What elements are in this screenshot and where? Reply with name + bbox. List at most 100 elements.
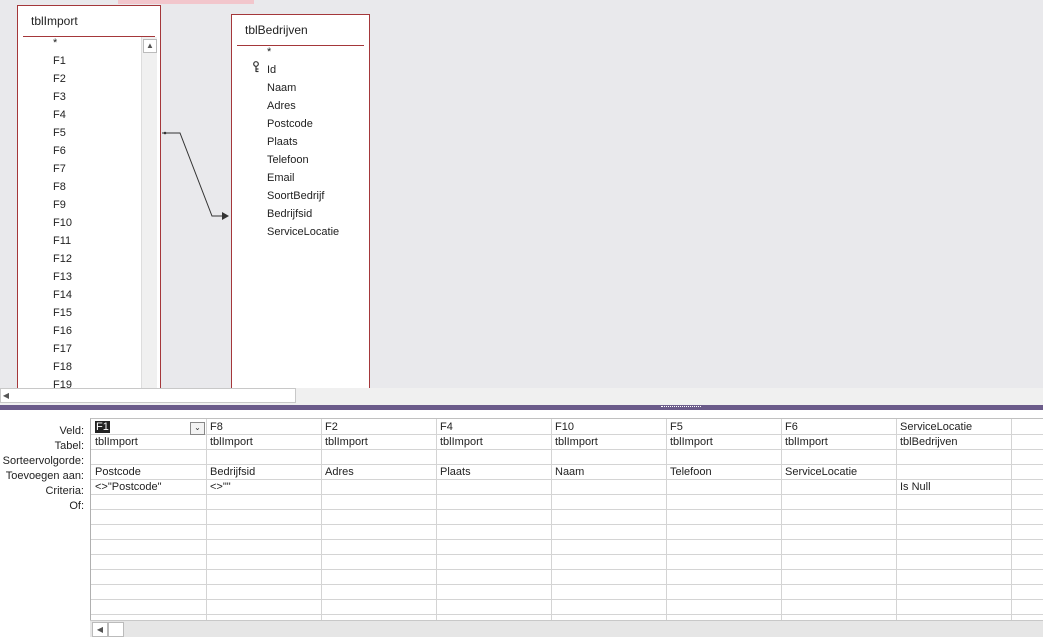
table-design-pane[interactable]: tblImport * F1 F2 F3 F4 F5 F6 F7 F8 F9 F10 F11 F12 F1…: [0, 0, 1043, 388]
grid-cell-of[interactable]: [91, 495, 205, 510]
field-label: Id: [267, 64, 277, 76]
field-f6[interactable]: F6: [53, 142, 66, 160]
grid-cell-criteria[interactable]: [666, 480, 780, 495]
grid-cell-criteria[interactable]: [436, 480, 550, 495]
grid-cell-veld[interactable]: F10: [551, 420, 665, 435]
grid-cell-of[interactable]: [896, 495, 1010, 510]
field-servicelocatie[interactable]: ServiceLocatie: [267, 223, 339, 241]
field-list[interactable]: * Id Naam Adres Postcode Plaats Telefoon Email S…: [232, 46, 369, 388]
field-soortbedrijf[interactable]: SoortBedrijf: [267, 187, 324, 205]
query-grid-pane: Veld: Tabel: Sorteervolgorde: Toevoegen aan…: [0, 410, 1043, 642]
grid-cell-tabel[interactable]: tblImport: [551, 435, 665, 450]
field-f19[interactable]: F19: [53, 376, 72, 388]
chevron-down-icon[interactable]: ⌄: [190, 422, 205, 435]
vertical-scrollbar[interactable]: ▲: [141, 37, 157, 388]
design-horizontal-scrollbar[interactable]: ◀: [0, 388, 296, 403]
scroll-thumb[interactable]: [108, 622, 124, 637]
grid-cell-sort[interactable]: [896, 450, 1010, 465]
field-adres[interactable]: Adres: [267, 97, 296, 115]
grid-cell-toevoegen[interactable]: Postcode: [91, 465, 205, 480]
field-label: F13: [53, 271, 72, 283]
grid-cell-sort[interactable]: [781, 450, 895, 465]
field-f10[interactable]: F10: [53, 214, 72, 232]
grid-cell-toevoegen[interactable]: Plaats: [436, 465, 550, 480]
field-f2[interactable]: F2: [53, 70, 66, 88]
grid-cell-toevoegen[interactable]: [896, 465, 1010, 480]
field-f3[interactable]: F3: [53, 88, 66, 106]
field-plaats[interactable]: Plaats: [267, 133, 298, 151]
grid-cell-toevoegen[interactable]: Bedrijfsid: [206, 465, 320, 480]
scroll-left-icon[interactable]: ◀: [1, 390, 11, 402]
field-email[interactable]: Email: [267, 169, 295, 187]
grid-cell-toevoegen[interactable]: Adres: [321, 465, 435, 480]
grid-cell-tabel[interactable]: tblBedrijven: [896, 435, 1010, 450]
grid-cell-tabel[interactable]: tblImport: [206, 435, 320, 450]
grid-cell-tabel[interactable]: tblImport: [781, 435, 895, 450]
grid-cell-of[interactable]: [666, 495, 780, 510]
grid-cell-toevoegen[interactable]: ServiceLocatie: [781, 465, 895, 480]
grid-cell-sort[interactable]: [551, 450, 665, 465]
table-title[interactable]: tblImport: [23, 6, 155, 37]
table-box-tblimport[interactable]: tblImport * F1 F2 F3 F4 F5 F6 F7 F8 F9 F10 F11 F12 F1…: [17, 5, 161, 388]
field-f12[interactable]: F12: [53, 250, 72, 268]
grid-cell-tabel[interactable]: tblImport: [321, 435, 435, 450]
field-f5[interactable]: F5: [53, 124, 66, 142]
field-f13[interactable]: F13: [53, 268, 72, 286]
grid-cell-tabel[interactable]: tblImport: [91, 435, 205, 450]
table-box-tblbedrijven[interactable]: tblBedrijven * Id Naam Adres Postcode Plaats T…: [231, 14, 370, 388]
field-bedrijfsid[interactable]: Bedrijfsid: [267, 205, 312, 223]
grid-cell-of[interactable]: [781, 495, 895, 510]
field-label: Adres: [267, 100, 296, 112]
grid-cell-toevoegen[interactable]: Naam: [551, 465, 665, 480]
field-f17[interactable]: F17: [53, 340, 72, 358]
field-f15[interactable]: F15: [53, 304, 72, 322]
grid-cell-sort[interactable]: [321, 450, 435, 465]
field-f16[interactable]: F16: [53, 322, 72, 340]
table-title[interactable]: tblBedrijven: [237, 15, 364, 46]
grid-cell-criteria[interactable]: Is Null: [896, 480, 1010, 495]
grid-cell-tabel[interactable]: tblImport: [436, 435, 550, 450]
query-grid[interactable]: F1 ⌄ tblImport Postcode <>"Postcode" F8 tblImp…: [90, 418, 1043, 631]
field-f7[interactable]: F7: [53, 160, 66, 178]
grid-cell-criteria[interactable]: <>"Postcode": [91, 480, 205, 495]
grid-cell-veld[interactable]: F8: [206, 420, 320, 435]
grid-cell-tabel[interactable]: tblImport: [666, 435, 780, 450]
grid-cell-criteria[interactable]: [551, 480, 665, 495]
grid-cell-sort[interactable]: [666, 450, 780, 465]
grid-cell-veld[interactable]: F6: [781, 420, 895, 435]
scroll-up-icon[interactable]: ▲: [143, 39, 157, 53]
field-naam[interactable]: Naam: [267, 79, 296, 97]
field-telefoon[interactable]: Telefoon: [267, 151, 309, 169]
field-f4[interactable]: F4: [53, 106, 66, 124]
grid-cell-of[interactable]: [436, 495, 550, 510]
field-f18[interactable]: F18: [53, 358, 72, 376]
field-all-columns[interactable]: *: [53, 37, 57, 52]
field-f14[interactable]: F14: [53, 286, 72, 304]
grid-cell-toevoegen[interactable]: Telefoon: [666, 465, 780, 480]
grid-horizontal-scrollbar[interactable]: ◀: [90, 620, 1043, 637]
field-f1[interactable]: F1: [53, 52, 66, 70]
grid-cell-veld[interactable]: F2: [321, 420, 435, 435]
grid-cell-of[interactable]: [551, 495, 665, 510]
grid-cell-sort[interactable]: [206, 450, 320, 465]
field-id[interactable]: Id: [253, 61, 277, 79]
field-label: F11: [53, 235, 72, 247]
grid-cell-criteria[interactable]: [321, 480, 435, 495]
grid-cell-of[interactable]: [206, 495, 320, 510]
grid-cell-sort[interactable]: [436, 450, 550, 465]
grid-cell-veld[interactable]: F4: [436, 420, 550, 435]
field-list[interactable]: * F1 F2 F3 F4 F5 F6 F7 F8 F9 F10 F11 F12 F13 F14 F15 F16…: [18, 37, 142, 388]
grid-cell-criteria[interactable]: [781, 480, 895, 495]
grid-cell-of[interactable]: [321, 495, 435, 510]
field-f11[interactable]: F11: [53, 232, 71, 250]
grid-cell-criteria[interactable]: <>"": [206, 480, 320, 495]
field-postcode[interactable]: Postcode: [267, 115, 313, 133]
grid-cell-veld[interactable]: ServiceLocatie: [896, 420, 1010, 435]
field-all-columns[interactable]: *: [267, 46, 271, 61]
scroll-left-icon[interactable]: ◀: [92, 622, 108, 637]
grid-cell-veld[interactable]: F1 ⌄: [91, 420, 205, 435]
grid-cell-sort[interactable]: [91, 450, 205, 465]
field-f9[interactable]: F9: [53, 196, 66, 214]
grid-cell-veld[interactable]: F5: [666, 420, 780, 435]
field-f8[interactable]: F8: [53, 178, 66, 196]
